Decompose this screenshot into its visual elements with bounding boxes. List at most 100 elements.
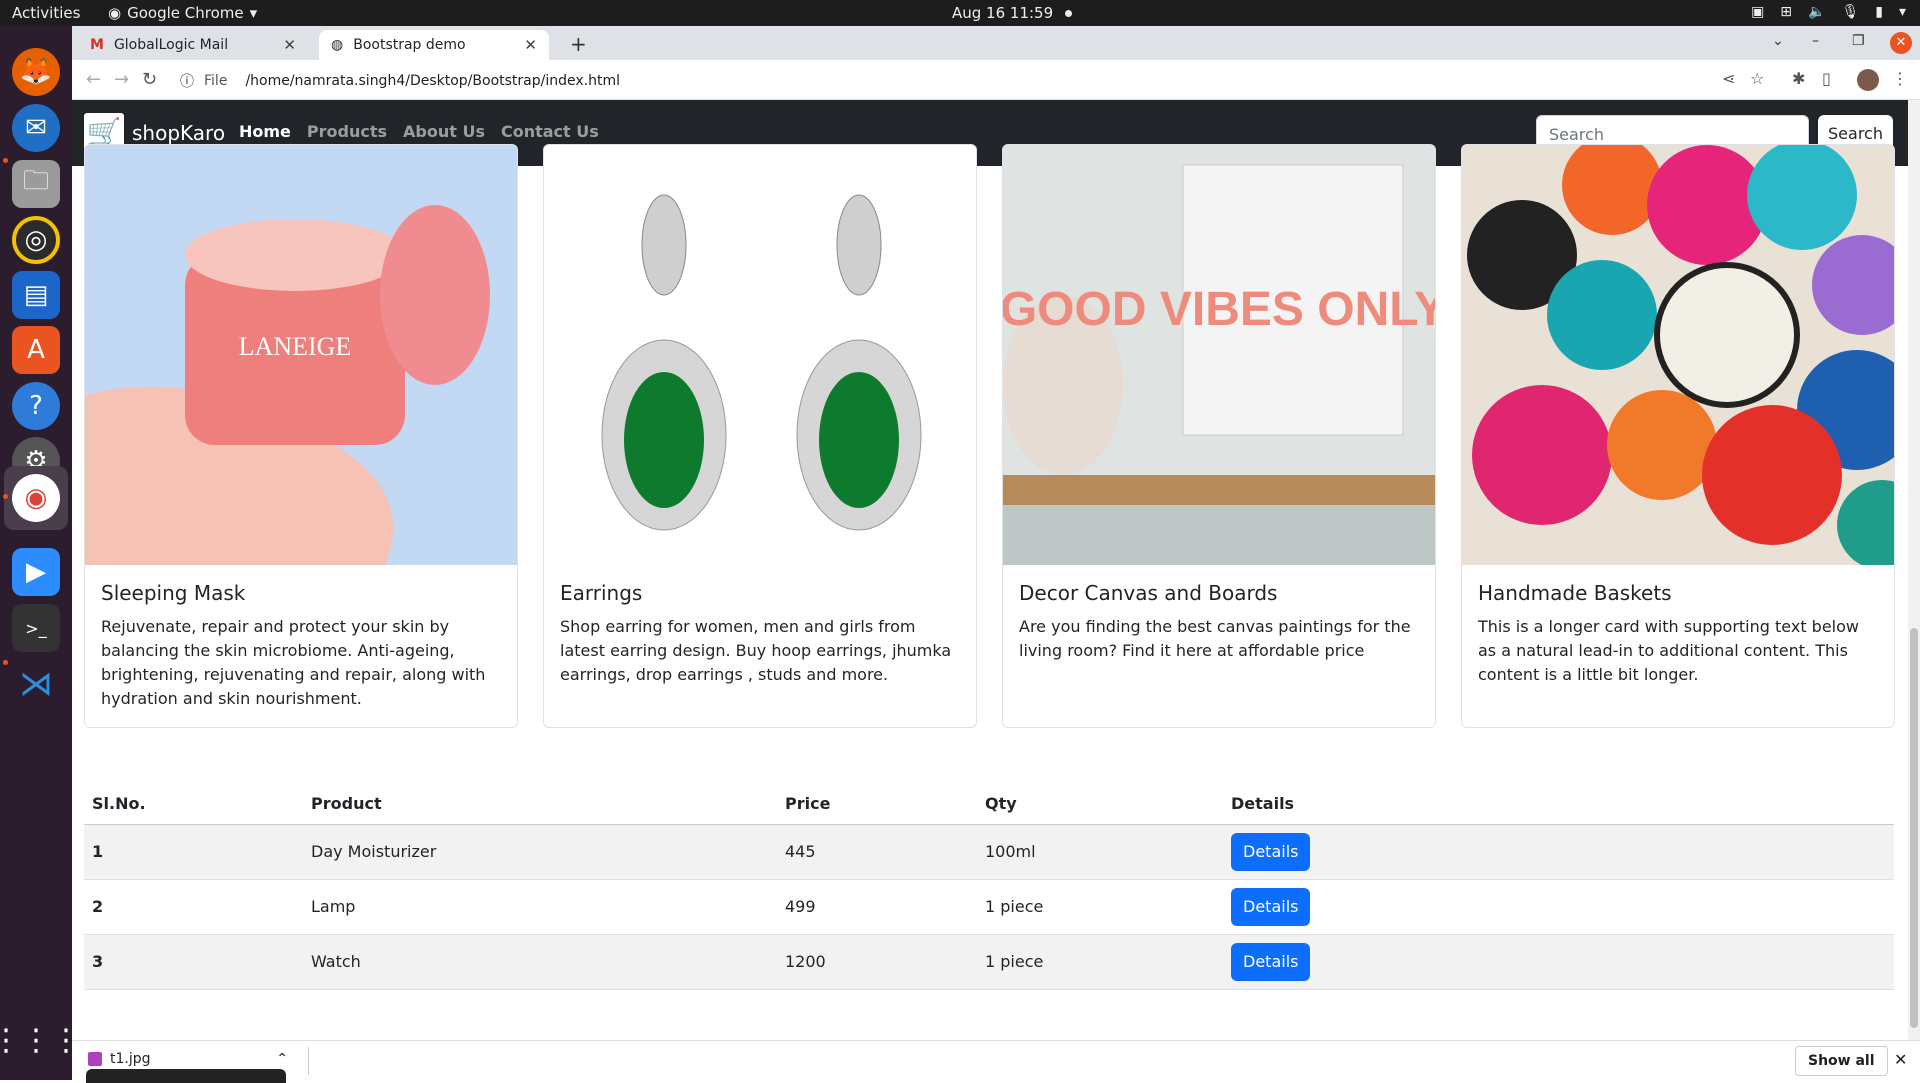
tab-search-icon[interactable]: ⌄ [1772, 33, 1784, 49]
address-bar[interactable]: ⓘ File /home/namrata.singh4/Desktop/Boot… [180, 71, 620, 91]
vscode-icon[interactable]: ⋊ [12, 660, 60, 708]
close-window-button[interactable]: ✕ [1890, 32, 1912, 54]
chevron-down-icon: ▾ [1898, 4, 1906, 20]
page-viewport: 🛒 shopKaro Home Products About Us Contac… [72, 100, 1920, 1040]
help-icon[interactable]: ? [12, 382, 60, 430]
chrome-icon[interactable]: ◉ [12, 474, 60, 522]
rhythmbox-icon[interactable]: ◎ [12, 216, 60, 264]
cell-qty: 1 piece [977, 879, 1223, 935]
side-panel-icon[interactable]: ▯ [1822, 69, 1831, 88]
thunderbird-icon[interactable]: ✉ [12, 104, 60, 152]
zoom-tray-icon: ▣ [1751, 4, 1765, 20]
product-image: GOOD VIBES ONLY [1003, 145, 1435, 565]
extensions-icon[interactable]: ✱ [1792, 69, 1805, 88]
tab-strip: M GlobalLogic Mail ✕ ◍ Bootstrap demo ✕ … [72, 26, 1920, 60]
writer-icon[interactable]: ▤ [12, 271, 60, 319]
notification-dot [1065, 10, 1073, 17]
cell-details: Details [1223, 934, 1894, 990]
cell-price: 1200 [777, 934, 977, 990]
terminal-icon[interactable]: >_ [12, 604, 60, 652]
product-brand-text: LANEIGE [239, 332, 352, 361]
page-scrollbar[interactable] [1908, 100, 1920, 1040]
scrollbar-thumb[interactable] [1910, 628, 1918, 1028]
product-image [544, 145, 976, 565]
tab-globallogic-mail[interactable]: M GlobalLogic Mail ✕ [78, 30, 308, 60]
details-button[interactable]: Details [1231, 887, 1311, 926]
minimize-button[interactable]: – [1812, 33, 1819, 49]
details-button[interactable]: Details [1231, 942, 1311, 981]
column-header: Price [777, 784, 977, 825]
running-indicator [3, 660, 8, 665]
files-icon[interactable]: 🗀 [12, 160, 60, 208]
download-item[interactable]: t1.jpg ⌃ [88, 1051, 288, 1067]
product-card-sleeping-mask: LANEIGE Sleeping Mask Rejuvenate, repair… [84, 144, 518, 728]
menu-icon[interactable]: ⋮ [1892, 69, 1908, 88]
column-header: Details [1223, 784, 1894, 825]
table-row: 3 Watch 1200 1 piece Details [84, 934, 1894, 990]
cell-price: 445 [777, 824, 977, 880]
card-text: This is a longer card with supporting te… [1478, 617, 1859, 684]
tab-bootstrap-demo[interactable]: ◍ Bootstrap demo ✕ [319, 30, 549, 60]
app-grid-icon[interactable]: ⋮⋮⋮ [0, 1016, 81, 1064]
card-title: Earrings [560, 581, 643, 605]
table-header-row: Sl.No. Product Price Qty Details [84, 784, 1894, 825]
nav-links: Home Products About Us Contact Us [239, 122, 599, 141]
clock[interactable]: Aug 16 11:59 [952, 4, 1073, 22]
image-file-icon [88, 1052, 102, 1066]
close-icon[interactable]: ✕ [1894, 1050, 1907, 1069]
card-body: Sleeping Mask Rejuvenate, repair and pro… [101, 581, 501, 711]
software-center-icon[interactable]: A [12, 326, 60, 374]
card-title: Sleeping Mask [101, 581, 246, 605]
caret-down-icon: ▾ [249, 4, 258, 22]
show-all-button[interactable]: Show all [1795, 1046, 1888, 1076]
cell-product: Watch [303, 934, 777, 990]
product-image [1462, 145, 1894, 570]
close-tab-icon[interactable]: ✕ [524, 36, 537, 54]
address-url: /home/namrata.singh4/Desktop/Bootstrap/i… [245, 73, 620, 89]
share-icon[interactable]: ⋖ [1722, 69, 1735, 88]
zoom-icon[interactable]: ▶ [12, 548, 60, 596]
app-menu[interactable]: ◉ Google Chrome ▾ [108, 4, 257, 22]
restore-button[interactable]: ❐ [1852, 33, 1865, 49]
close-tab-icon[interactable]: ✕ [283, 36, 296, 54]
details-button[interactable]: Details [1231, 832, 1311, 871]
column-header: Product [303, 784, 777, 825]
app-menu-label: Google Chrome [127, 4, 244, 22]
cell-number: 2 [84, 879, 303, 935]
divider [308, 1047, 309, 1075]
new-tab-button[interactable]: + [570, 32, 587, 56]
card-body: Earrings Shop earring for women, men and… [560, 581, 960, 687]
products-table: Sl.No. Product Price Qty Details 1 Day M… [84, 784, 1894, 990]
tab-title: Bootstrap demo [353, 37, 466, 53]
back-button[interactable]: ← [86, 69, 101, 90]
cell-product: Day Moisturizer [303, 824, 777, 880]
volume-icon: 🔈 [1808, 4, 1826, 20]
card-body: Handmade Baskets This is a longer card w… [1478, 581, 1878, 687]
gmail-icon: M [90, 37, 104, 53]
nav-about-us[interactable]: About Us [403, 122, 485, 141]
activities-button[interactable]: Activities [12, 4, 80, 22]
running-indicator [3, 158, 8, 163]
firefox-icon[interactable]: 🦊 [12, 48, 60, 96]
nav-home[interactable]: Home [239, 122, 291, 141]
system-tray[interactable]: ▣ ⊞ 🔈 🎙 ▮ ▾ [1751, 4, 1906, 20]
cell-details: Details [1223, 824, 1894, 880]
reload-button[interactable]: ↻ [142, 69, 157, 90]
browser-window: M GlobalLogic Mail ✕ ◍ Bootstrap demo ✕ … [72, 26, 1920, 1083]
table-row: 2 Lamp 499 1 piece Details [84, 879, 1894, 935]
downloads-bar: t1.jpg ⌃ Show all ✕ [72, 1040, 1920, 1083]
cell-price: 499 [777, 879, 977, 935]
download-filename: t1.jpg [110, 1051, 151, 1067]
avatar[interactable] [1857, 69, 1879, 91]
column-header: Sl.No. [84, 784, 303, 825]
cell-qty: 100ml [977, 824, 1223, 880]
bookmark-star-icon[interactable]: ☆ [1750, 69, 1764, 88]
tab-title: GlobalLogic Mail [113, 37, 229, 53]
product-card-handmade-baskets: Handmade Baskets This is a longer card w… [1461, 144, 1895, 728]
product-card-earrings: Earrings Shop earring for women, men and… [543, 144, 977, 728]
nav-contact-us[interactable]: Contact Us [501, 122, 599, 141]
chevron-up-icon[interactable]: ⌃ [276, 1051, 288, 1067]
table-row: 1 Day Moisturizer 445 100ml Details [84, 824, 1894, 880]
forward-button[interactable]: → [114, 69, 129, 90]
nav-products[interactable]: Products [307, 122, 387, 141]
